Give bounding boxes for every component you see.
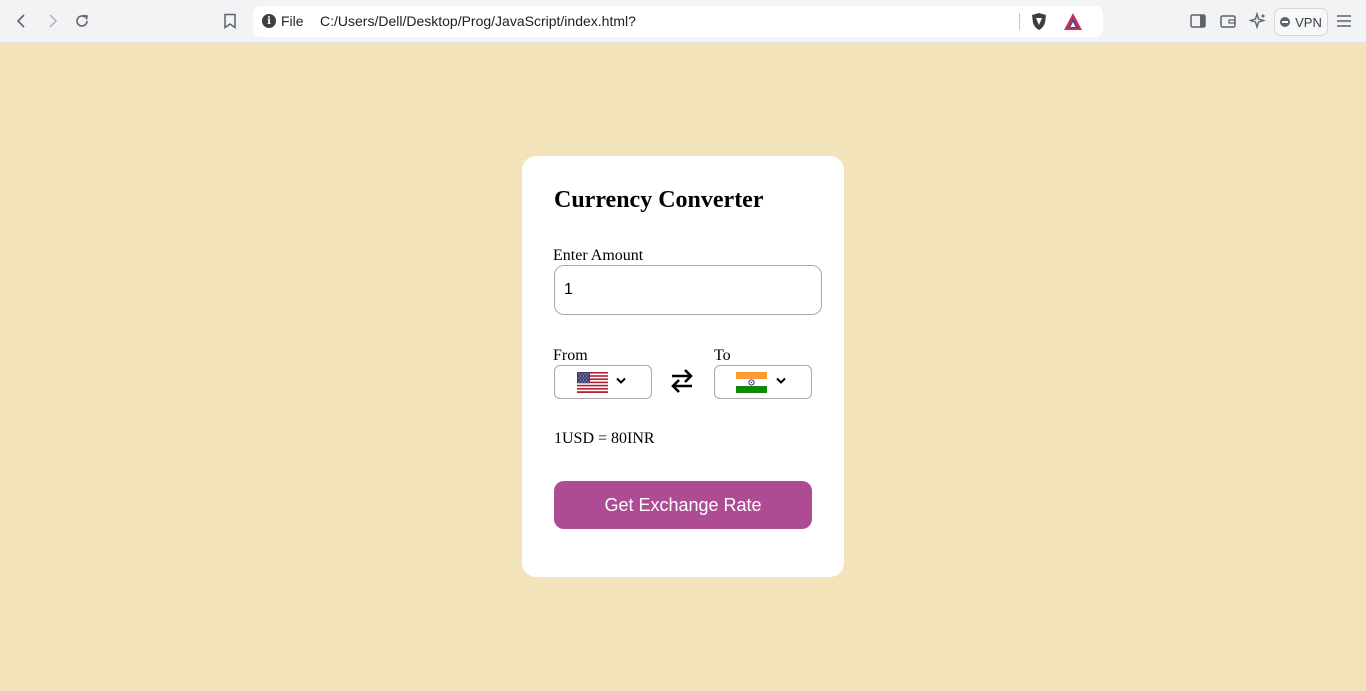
converter-card: Currency Converter Enter Amount From [522,156,844,577]
brave-rewards-icon[interactable] [1063,12,1083,31]
reload-icon[interactable] [70,9,94,33]
info-icon[interactable]: i [262,14,276,28]
india-flag-icon [736,372,767,393]
to-currency-select[interactable] [714,365,812,399]
us-flag-icon [577,372,608,393]
bookmark-icon[interactable] [218,9,242,33]
to-label: To [714,347,731,364]
amount-input[interactable] [554,265,822,315]
swap-icon[interactable] [670,368,694,394]
url-scheme-label: File [281,13,304,29]
back-icon[interactable] [10,9,34,33]
page-title: Currency Converter [554,187,764,213]
leo-ai-icon[interactable] [1246,9,1270,33]
url-text[interactable]: C:/Users/Dell/Desktop/Prog/JavaScript/in… [320,13,636,29]
vpn-label: VPN [1295,14,1322,30]
wallet-icon[interactable] [1216,9,1240,33]
forward-icon[interactable] [40,9,64,33]
chevron-down-icon [616,377,626,384]
from-label: From [553,347,588,364]
chevron-down-icon [776,377,786,384]
sidebar-icon[interactable] [1186,9,1210,33]
amount-label: Enter Amount [553,247,644,264]
address-bar-divider [1019,13,1020,30]
from-currency-select[interactable] [554,365,652,399]
vpn-button[interactable]: VPN [1274,8,1328,36]
brave-shields-icon[interactable] [1030,12,1048,31]
browser-toolbar: i File C:/Users/Dell/Desktop/Prog/JavaSc… [0,0,1366,43]
get-exchange-rate-button[interactable]: Get Exchange Rate [554,481,812,529]
exchange-rate-message: 1USD = 80INR [554,430,655,447]
vpn-status-icon [1280,17,1291,27]
address-bar[interactable]: i File C:/Users/Dell/Desktop/Prog/JavaSc… [253,6,1103,37]
menu-icon[interactable] [1332,9,1356,33]
